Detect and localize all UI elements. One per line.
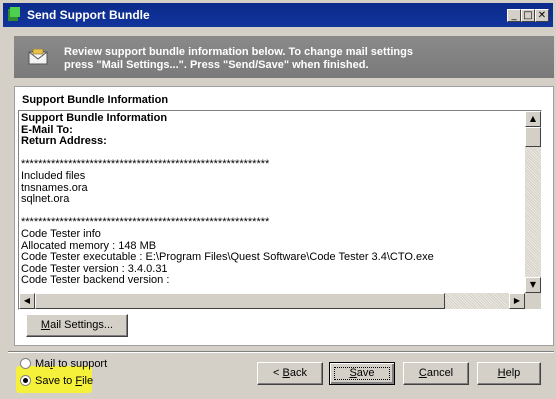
- save-to-file-radio[interactable]: Save to File: [20, 375, 93, 387]
- save-button[interactable]: Save: [329, 362, 395, 385]
- scroll-up-icon[interactable]: ▲: [525, 111, 541, 127]
- panel-title: Support Bundle Information: [22, 94, 169, 106]
- mail-to-support-radio[interactable]: Mail to support: [20, 358, 107, 370]
- scroll-right-icon[interactable]: ▶: [509, 293, 525, 309]
- maximize-button[interactable]: □: [521, 9, 535, 22]
- horizontal-scroll-thumb[interactable]: [35, 293, 445, 309]
- instruction-banner: Review support bundle information below.…: [14, 36, 554, 78]
- close-button[interactable]: ✕: [535, 9, 549, 22]
- back-button[interactable]: < Back: [257, 362, 323, 385]
- cancel-button[interactable]: Cancel: [403, 362, 469, 385]
- scrollbar-corner: [525, 293, 541, 309]
- window-title: Send Support Bundle: [27, 8, 150, 22]
- app-icon: [8, 7, 20, 21]
- mail-icon: [28, 49, 48, 65]
- title-bar[interactable]: Send Support Bundle _ □ ✕: [3, 3, 553, 27]
- bundle-info-textarea[interactable]: Support Bundle Information E-Mail To: Re…: [18, 110, 542, 310]
- send-support-bundle-dialog: Send Support Bundle _ □ ✕ Review support…: [0, 0, 556, 399]
- vertical-scroll-thumb[interactable]: [525, 127, 541, 147]
- divider: [8, 351, 554, 353]
- vertical-scrollbar[interactable]: ▲ ▼: [525, 111, 541, 293]
- radio-circle-selected: [20, 375, 31, 386]
- bundle-info-content: Support Bundle Information E-Mail To: Re…: [21, 113, 434, 287]
- radio-circle: [20, 358, 31, 369]
- help-button[interactable]: Help: [477, 362, 541, 385]
- scroll-down-icon[interactable]: ▼: [525, 277, 541, 293]
- minimize-button[interactable]: _: [507, 9, 521, 22]
- instruction-text: Review support bundle information below.…: [64, 46, 413, 71]
- horizontal-scrollbar[interactable]: ◀ ▶: [19, 293, 525, 309]
- scroll-left-icon[interactable]: ◀: [19, 293, 35, 309]
- mail-settings-button[interactable]: Mail Settings...: [26, 314, 128, 337]
